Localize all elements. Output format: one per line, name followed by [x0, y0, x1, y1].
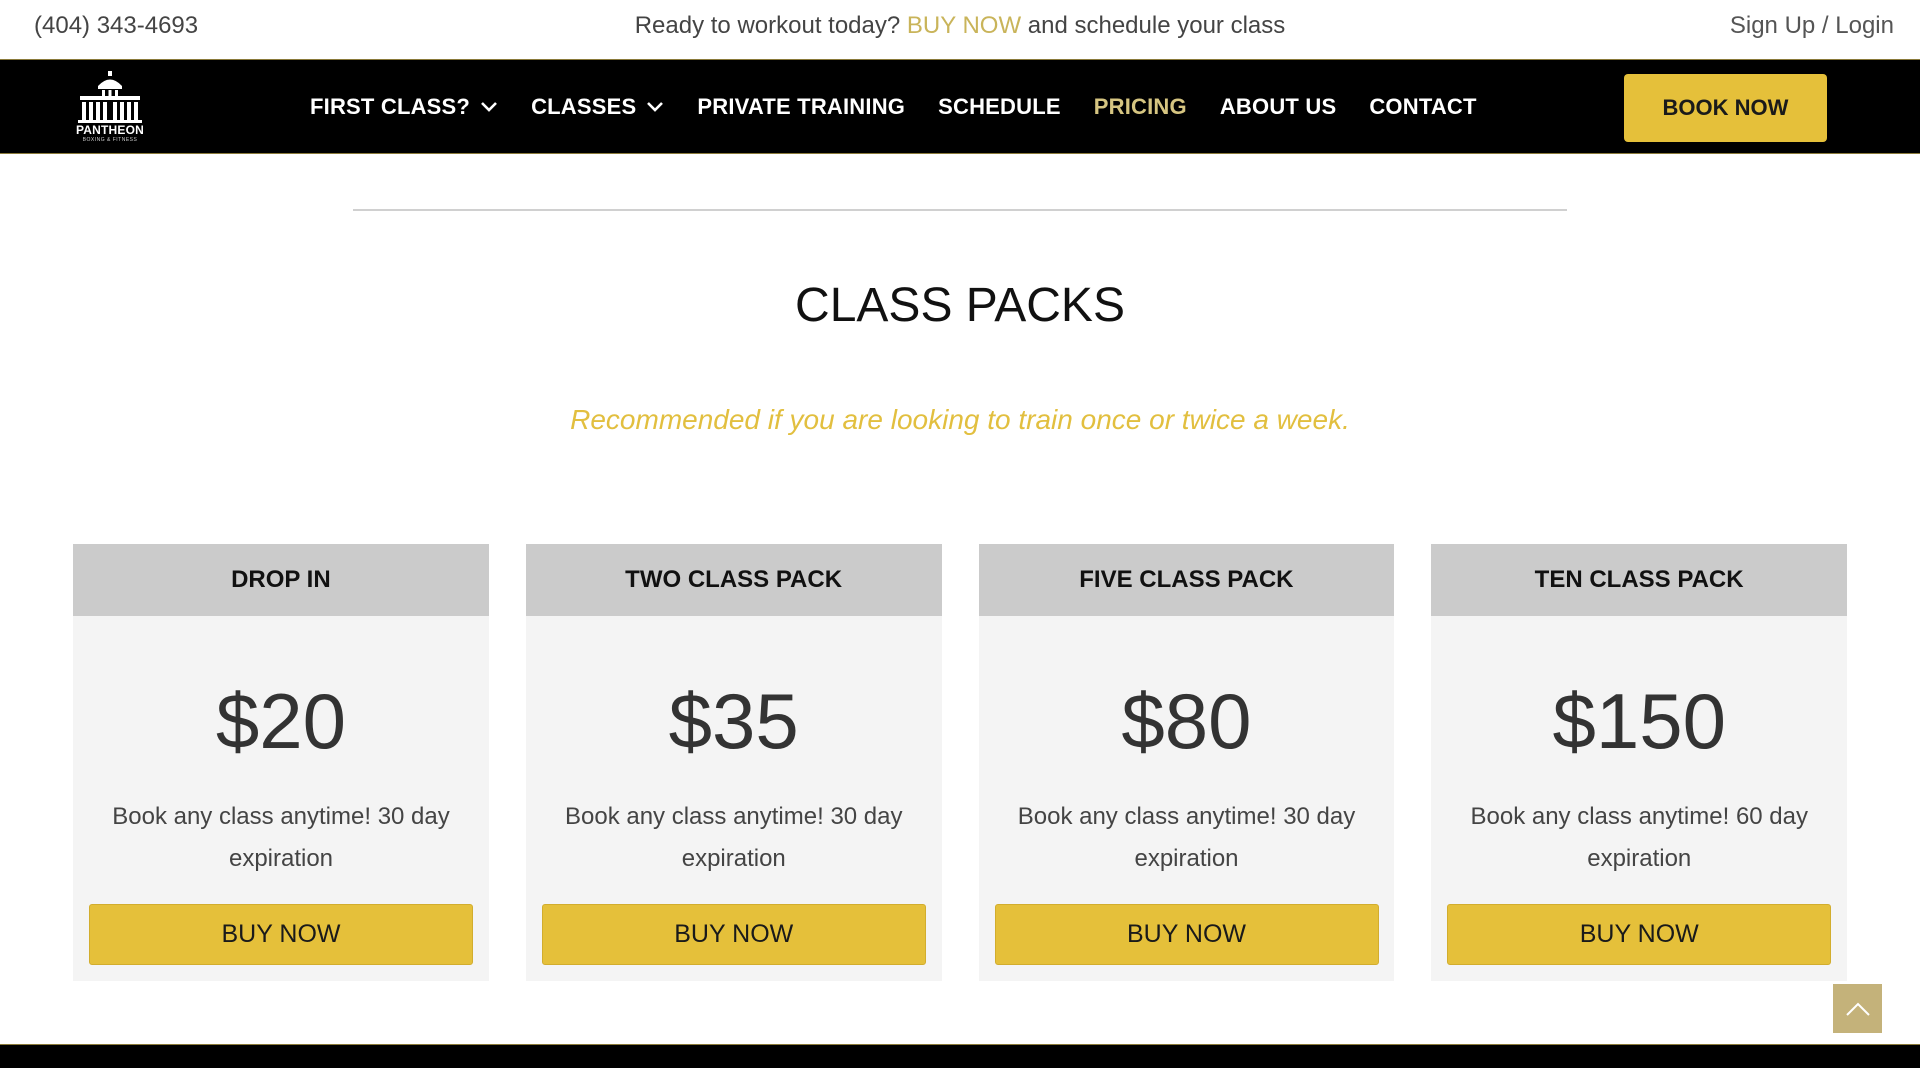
pantheon-building-icon [78, 71, 142, 123]
promo-suffix: and schedule your class [1021, 12, 1286, 39]
footer-bar [0, 1044, 1920, 1068]
section-divider [353, 209, 1567, 211]
scroll-to-top-button[interactable] [1833, 984, 1882, 1033]
card-description: Book any class anytime! 30 day expiratio… [1017, 803, 1356, 872]
logo-tagline: BOXING & FITNESS [82, 137, 138, 143]
pricing-cards: DROP IN $20 Book any class anytime! 30 d… [73, 544, 1847, 981]
nav-item-contact[interactable]: CONTACT [1369, 94, 1476, 120]
buy-now-button[interactable]: BUY NOW [541, 904, 926, 965]
chevron-down-icon [647, 101, 664, 112]
auth-separator: / [1815, 12, 1836, 39]
promo-prefix: Ready to workout today? [634, 12, 907, 39]
nav-item-about-us[interactable]: ABOUT US [1220, 94, 1337, 120]
card-title: DROP IN [73, 544, 489, 616]
signup-link[interactable]: Sign Up [1730, 12, 1815, 39]
buy-now-button[interactable]: BUY NOW [89, 904, 473, 965]
nav-item-label: PRICING [1093, 93, 1187, 119]
pricing-card-five-class-pack: FIVE CLASS PACK $80 Book any class anyti… [978, 544, 1395, 981]
nav-item-label: ABOUT US [1219, 93, 1337, 119]
buy-now-button[interactable]: BUY NOW [994, 904, 1379, 965]
nav-item-schedule[interactable]: SCHEDULE [938, 94, 1061, 120]
buy-now-button[interactable]: BUY NOW [1447, 904, 1832, 965]
nav-item-label: FIRST CLASS? [310, 93, 471, 119]
nav-item-private-training[interactable]: PRIVATE TRAINING [697, 94, 905, 120]
pricing-card-drop-in: DROP IN $20 Book any class anytime! 30 d… [73, 544, 489, 981]
nav-menu: FIRST CLASS? CLASSES PRIVATE TRAINING SC… [310, 60, 1477, 153]
card-title: TEN CLASS PACK [1431, 544, 1847, 616]
book-now-button[interactable]: BOOK NOW [1624, 74, 1827, 142]
nav-item-label: SCHEDULE [938, 93, 1061, 119]
card-description: Book any class anytime! 60 day expiratio… [1470, 803, 1808, 872]
promo-buy-now-link[interactable]: BUY NOW [907, 12, 1021, 39]
card-price: $150 [1552, 677, 1727, 765]
nav-item-label: PRIVATE TRAINING [697, 93, 906, 119]
card-description: Book any class anytime! 30 day expiratio… [112, 803, 450, 872]
nav-item-label: CONTACT [1369, 93, 1477, 119]
auth-links: Sign Up / Login [1730, 12, 1894, 40]
section-subtitle: Recommended if you are looking to train … [570, 404, 1350, 435]
pricing-card-two-class-pack: TWO CLASS PACK $35 Book any class anytim… [525, 544, 942, 981]
card-price: $80 [1121, 677, 1252, 765]
card-title: FIVE CLASS PACK [978, 544, 1395, 616]
main-navbar: PANTHEON BOXING & FITNESS FIRST CLASS? C… [0, 59, 1920, 154]
nav-item-classes[interactable]: CLASSES [531, 94, 664, 120]
page-title: CLASS PACKS [795, 279, 1125, 332]
login-link[interactable]: Login [1835, 12, 1894, 39]
nav-item-label: CLASSES [531, 93, 637, 119]
card-price: $35 [668, 677, 799, 765]
card-title: TWO CLASS PACK [525, 544, 942, 616]
chevron-up-icon [1845, 1002, 1870, 1016]
pricing-card-ten-class-pack: TEN CLASS PACK $150 Book any class anyti… [1431, 544, 1847, 981]
nav-item-first-class[interactable]: FIRST CLASS? [310, 94, 498, 120]
card-price: $20 [215, 677, 347, 765]
chevron-down-icon [481, 101, 497, 112]
logo-name: PANTHEON [75, 123, 145, 137]
promo-banner: Ready to workout today? BUY NOW and sche… [0, 12, 1920, 40]
top-utility-bar: (404) 343-4693 Ready to workout today? B… [0, 0, 1920, 59]
pantheon-logo[interactable]: PANTHEON BOXING & FITNESS [72, 70, 148, 146]
card-description: Book any class anytime! 30 day expiratio… [564, 803, 903, 872]
nav-item-pricing[interactable]: PRICING [1094, 94, 1187, 120]
